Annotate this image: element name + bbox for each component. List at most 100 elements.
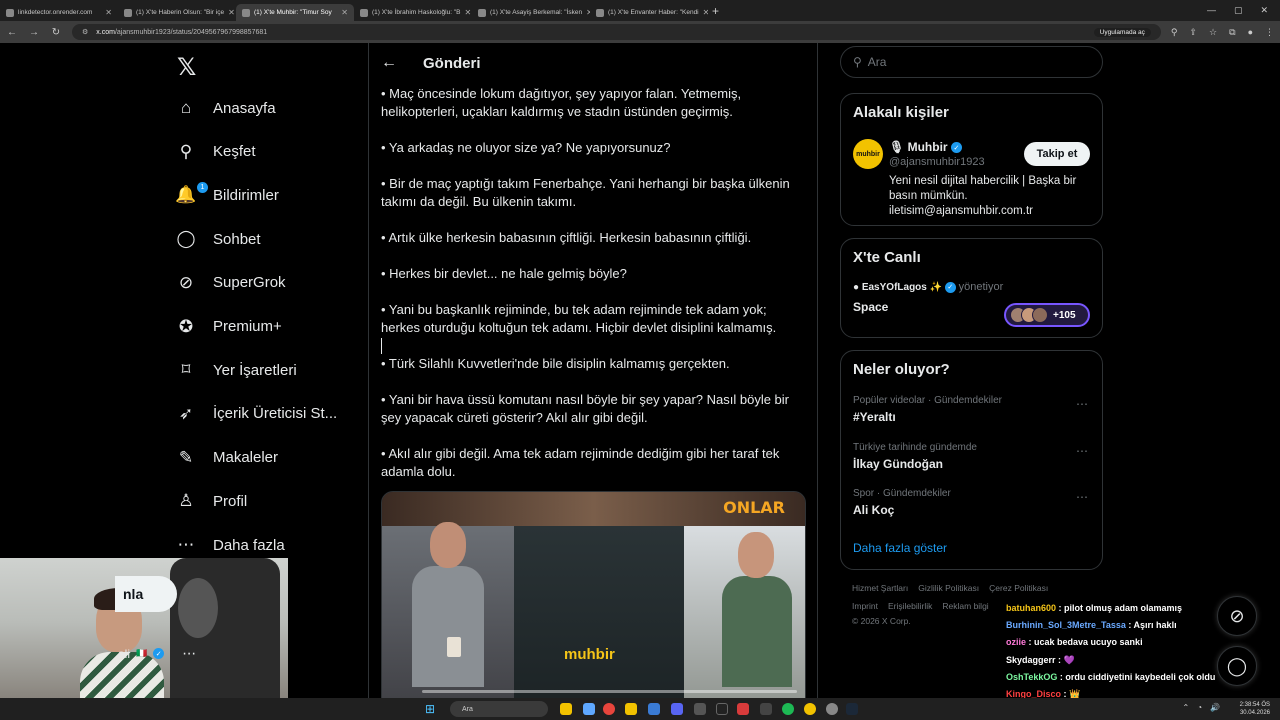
obs-icon[interactable] bbox=[716, 703, 728, 715]
sidebar-item[interactable]: 🔔 1 Bildirimler bbox=[175, 182, 279, 206]
browser-tab[interactable]: (1) X'te Envanter Haber: "Kendi ✕ bbox=[590, 4, 708, 21]
tab-close-icon[interactable]: ✕ bbox=[341, 8, 348, 17]
tab-close-icon[interactable]: ✕ bbox=[228, 8, 235, 17]
notification-badge: 1 bbox=[197, 182, 208, 194]
post-text-paragraph: • Bir de maç yaptığı takım Fenerbahçe. Y… bbox=[381, 176, 790, 209]
post-video[interactable]: ONLAR muhbir bbox=[381, 491, 806, 720]
footer-link[interactable]: Erişilebilirlik bbox=[888, 601, 932, 611]
more-options-icon[interactable]: ⋯ bbox=[1076, 490, 1088, 504]
more-options-icon[interactable]: ⋯ bbox=[1076, 444, 1088, 458]
share-icon[interactable]: ⇪ bbox=[1190, 27, 1198, 38]
reload-icon[interactable]: ↻ bbox=[50, 27, 62, 38]
minimize-icon[interactable]: — bbox=[1207, 5, 1216, 16]
search-input[interactable]: ⚲ Ara bbox=[840, 46, 1103, 78]
browser-tab[interactable]: linkdetector.onrender.com ✕ bbox=[0, 4, 118, 21]
app-icon[interactable] bbox=[826, 703, 838, 715]
sidebar-item[interactable]: ⌂ Anasayfa bbox=[175, 97, 276, 119]
forward-icon[interactable]: → bbox=[28, 27, 40, 38]
maximize-icon[interactable]: ▢ bbox=[1234, 5, 1243, 16]
file-explorer-icon[interactable] bbox=[560, 703, 572, 715]
post-button[interactable]: nla bbox=[115, 576, 177, 612]
follow-button[interactable]: Takip et bbox=[1024, 142, 1090, 166]
sidebar-item[interactable]: ⊘ SuperGrok bbox=[175, 272, 286, 294]
tab-close-icon[interactable]: ✕ bbox=[105, 8, 112, 17]
more-options-icon[interactable]: ⋯ bbox=[1076, 397, 1088, 411]
discord-icon[interactable] bbox=[671, 703, 683, 715]
more-icon[interactable]: ⋯ bbox=[182, 645, 196, 662]
taskbar-search[interactable]: Ara bbox=[450, 701, 548, 717]
open-in-app-button[interactable]: Uygulamada aç bbox=[1093, 27, 1151, 37]
avatar[interactable]: muhbir bbox=[853, 139, 883, 169]
footer-link[interactable]: Reklam bilgi bbox=[942, 601, 988, 611]
chrome-icon[interactable] bbox=[603, 703, 615, 715]
video-progress-bar[interactable] bbox=[422, 690, 797, 693]
chevron-up-icon[interactable]: ⌃ bbox=[1182, 703, 1189, 712]
address-bar[interactable]: ⚙ x.com/ajansmuhbir1923/status/204956796… bbox=[72, 24, 1161, 40]
grok-icon[interactable]: ⊘ bbox=[1217, 596, 1257, 636]
taskbar-search-label: Ara bbox=[462, 705, 473, 713]
clock[interactable]: 2:38:54 ÖS 30.04.2026 bbox=[1240, 701, 1270, 717]
sidebar-item[interactable]: ⌑ Yer İşaretleri bbox=[175, 359, 297, 381]
volume-icon[interactable]: 🔊 bbox=[1210, 703, 1220, 712]
show-more-link[interactable]: Daha fazla göster bbox=[853, 541, 947, 555]
home-icon: ⌂ bbox=[180, 98, 192, 117]
app-icon[interactable] bbox=[694, 703, 706, 715]
steam-icon[interactable] bbox=[846, 703, 858, 715]
account-switcher[interactable]: ali 🇮🇹 ✓ ⋯ bbox=[118, 645, 196, 662]
system-tray: ⌃ ◔ 🔊 bbox=[1182, 703, 1220, 712]
x-logo-icon[interactable]: 𝕏 bbox=[177, 53, 196, 82]
menu-icon[interactable]: ⋮ bbox=[1265, 27, 1274, 38]
app-icon[interactable] bbox=[648, 703, 660, 715]
back-arrow-icon[interactable]: ← bbox=[381, 54, 397, 72]
app-icon[interactable] bbox=[760, 703, 772, 715]
tab-close-icon[interactable]: ✕ bbox=[464, 8, 471, 17]
search-icon: ⚲ bbox=[179, 141, 193, 161]
footer-link[interactable]: Hizmet Şartları bbox=[852, 583, 908, 593]
browser-tab[interactable]: (1) X'te İbrahim Haskoloğlu: "B ✕ bbox=[354, 4, 472, 21]
profile-icon[interactable]: ● bbox=[1248, 27, 1253, 38]
footer-link[interactable]: Gizlilik Politikası bbox=[918, 583, 979, 593]
wifi-icon[interactable]: ◔ bbox=[1197, 703, 1202, 712]
messages-icon[interactable]: ◯ bbox=[1217, 646, 1257, 686]
video-officer bbox=[722, 532, 792, 687]
tab-favicon-icon bbox=[6, 8, 14, 17]
chat-message: Burhinin_Sol_3Metre_Tassa : Aşırı haklı bbox=[1006, 620, 1177, 630]
site-info-icon[interactable]: ⚙ bbox=[82, 28, 88, 36]
video-watermark: muhbir bbox=[564, 646, 615, 663]
sidebar-item[interactable]: ◯ Sohbet bbox=[175, 228, 260, 250]
sidebar-item[interactable]: ⚲ Keşfet bbox=[175, 141, 256, 163]
sidebar-item[interactable]: ✪ Premium+ bbox=[175, 316, 282, 338]
zoom-icon[interactable]: ⚲ bbox=[1171, 27, 1178, 38]
app-icon[interactable] bbox=[737, 703, 749, 715]
star-icon[interactable]: ☆ bbox=[1209, 27, 1217, 38]
browser-tab[interactable]: (1) X'te Haberin Olsun: "Bir içe ✕ bbox=[118, 4, 236, 21]
tab-close-icon[interactable]: ✕ bbox=[703, 8, 708, 17]
close-window-icon[interactable]: ✕ bbox=[1260, 5, 1268, 16]
space-host-row[interactable]: ● EasYOfLagos ✨ ✓ yönetiyor bbox=[853, 281, 1003, 293]
url-text: x.com/ajansmuhbir1923/status/20495679679… bbox=[96, 28, 268, 36]
trend-item[interactable]: Spor · Gündemdekiler Ali Koç bbox=[853, 488, 951, 517]
space-listeners-pill[interactable]: +105 bbox=[1004, 303, 1090, 327]
trend-item[interactable]: Popüler videolar · Gündemdekiler #Yeraltı bbox=[853, 395, 1002, 424]
account-name-row[interactable]: 🎙 Muhbir ✓ bbox=[889, 140, 962, 154]
sidebar-item[interactable]: ✎ Makaleler bbox=[175, 447, 278, 469]
edge-icon[interactable] bbox=[583, 703, 595, 715]
post-column: ← Gönderi • Maç öncesinde lokum dağıtıyo… bbox=[368, 43, 818, 720]
windows-start-icon[interactable]: ⊞ bbox=[425, 702, 435, 716]
new-tab-button[interactable]: + bbox=[712, 4, 719, 18]
sidebar-item[interactable]: ➶ İçerik Üreticisi St... bbox=[175, 403, 337, 425]
footer-link[interactable]: Imprint bbox=[852, 601, 878, 611]
sidebar-item[interactable]: ♙ Profil bbox=[175, 490, 247, 512]
trend-item[interactable]: Türkiye tarihinde gündemde İlkay Gündoğan bbox=[853, 442, 977, 471]
extensions-icon[interactable]: ⧉ bbox=[1229, 27, 1235, 38]
footer-links-row2: Imprint Erişilebilirlik Reklam bilgi bbox=[852, 601, 989, 611]
back-icon[interactable]: ← bbox=[6, 27, 18, 38]
chat-text: pilot olmuş adam olamamış bbox=[1064, 603, 1183, 613]
browser-tab[interactable]: (1) X'te Asayiş Berkemal: "İsken ✕ bbox=[472, 4, 590, 21]
sidebar-item[interactable]: ⋯ Daha fazla bbox=[175, 534, 285, 556]
browser-tab[interactable]: (1) X'te Muhbir: "Timur Soy ✕ bbox=[236, 4, 354, 21]
folder-icon[interactable] bbox=[625, 703, 637, 715]
spotify-icon[interactable] bbox=[782, 703, 794, 715]
space-label[interactable]: Space bbox=[853, 300, 888, 314]
app-icon[interactable] bbox=[804, 703, 816, 715]
